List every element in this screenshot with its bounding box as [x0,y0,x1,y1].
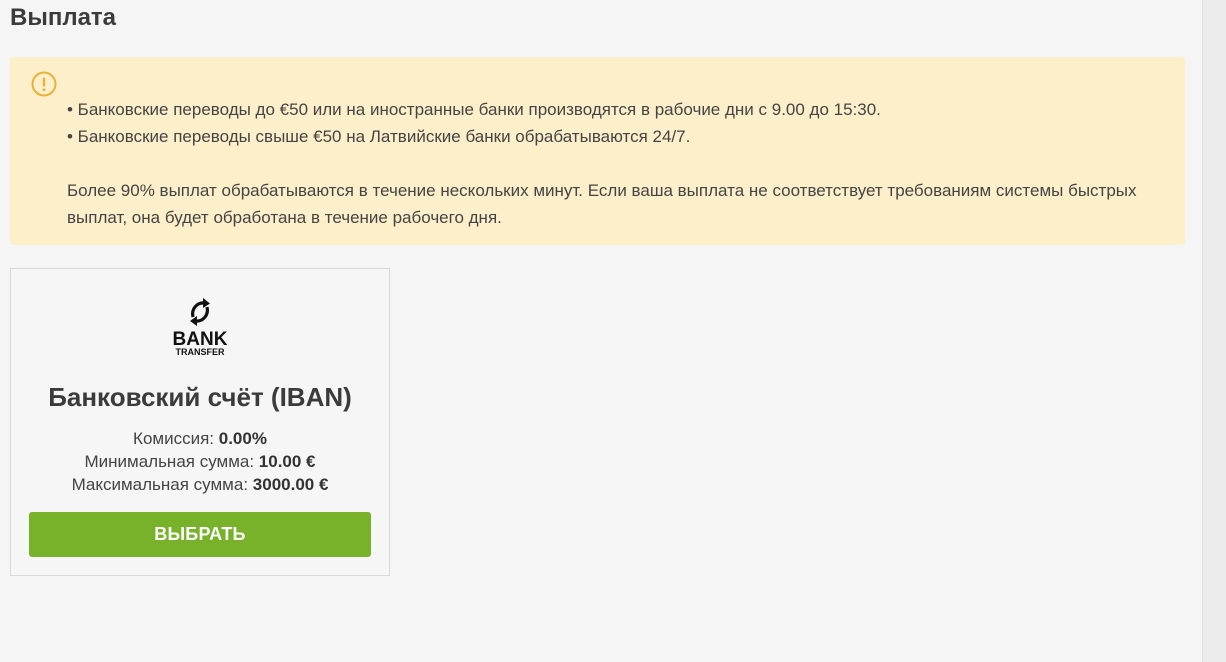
notice-box: • Банковские переводы до €50 или на инос… [10,57,1185,245]
payout-method-card: BANK TRANSFER Банковский счёт (IBAN) Ком… [10,268,390,576]
max-amount-label: Максимальная сумма: [71,475,249,494]
notice-line: • Банковские переводы свыше €50 на Латви… [67,127,691,146]
bank-transfer-logo: BANK TRANSFER [173,298,228,357]
method-info: Комиссия: 0.00% Минимальная сумма: 10.00… [11,427,389,496]
min-amount-value: 10.00 € [258,452,316,471]
payout-page: Выплата • Банковские переводы до €50 или… [0,0,1200,662]
max-amount-row: Максимальная сумма: 3000.00 € [11,473,389,496]
min-amount-row: Минимальная сумма: 10.00 € [11,450,389,473]
notice-text: • Банковские переводы до €50 или на инос… [67,96,1167,231]
commission-row: Комиссия: 0.00% [11,427,389,450]
scrollbar[interactable] [1202,0,1226,662]
select-button[interactable]: ВЫБРАТЬ [29,512,371,557]
notice-paragraph: Более 90% выплат обрабатываются в течени… [67,181,1137,227]
commission-label: Комиссия: [133,429,215,448]
max-amount-value: 3000.00 € [252,475,329,494]
exclamation-circle-icon [31,71,57,97]
min-amount-label: Минимальная сумма: [84,452,255,471]
logo-text-transfer: TRANSFER [176,347,225,357]
method-title: Банковский счёт (IBAN) [48,382,352,412]
notice-line: • Банковские переводы до €50 или на инос… [67,100,881,119]
commission-value: 0.00% [218,429,267,448]
page-title: Выплата [10,4,117,31]
